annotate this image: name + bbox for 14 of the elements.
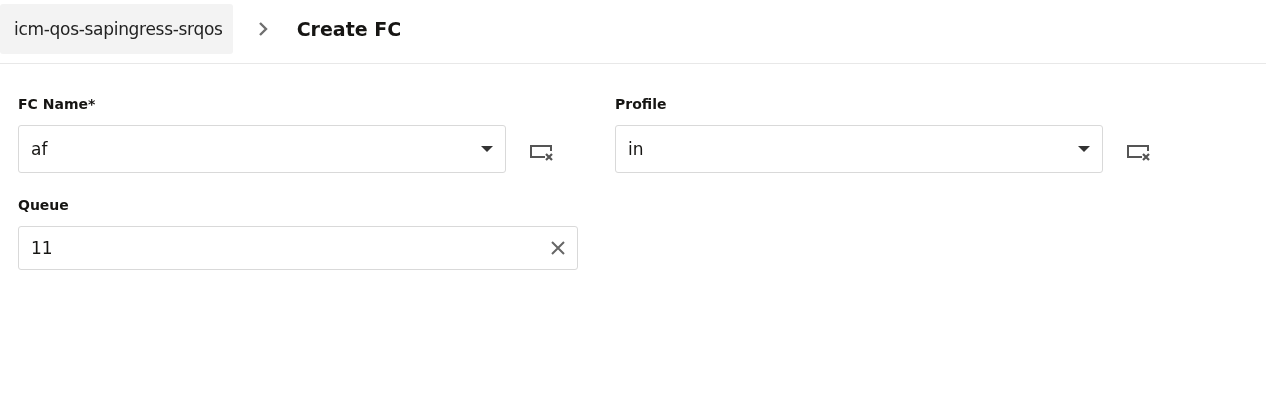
caret-icon — [481, 146, 493, 152]
page-title: Create FC — [296, 17, 402, 40]
select-field[interactable]: af — [18, 125, 506, 173]
clear-field-icon[interactable] — [529, 143, 555, 161]
select-field[interactable]: in — [615, 125, 1103, 173]
close-icon[interactable] — [551, 241, 565, 255]
input-field[interactable]: 11 — [18, 226, 578, 270]
clear-field-icon[interactable] — [1126, 143, 1152, 161]
chevron-icon — [256, 20, 269, 37]
field-label: FC Name* — [18, 96, 97, 112]
caret-icon — [1078, 146, 1090, 152]
field-label: Profile — [615, 96, 668, 112]
field-label: Queue — [18, 197, 70, 213]
breadcrumb-link[interactable]: icm-qos-sapingress-srqos — [0, 3, 233, 54]
